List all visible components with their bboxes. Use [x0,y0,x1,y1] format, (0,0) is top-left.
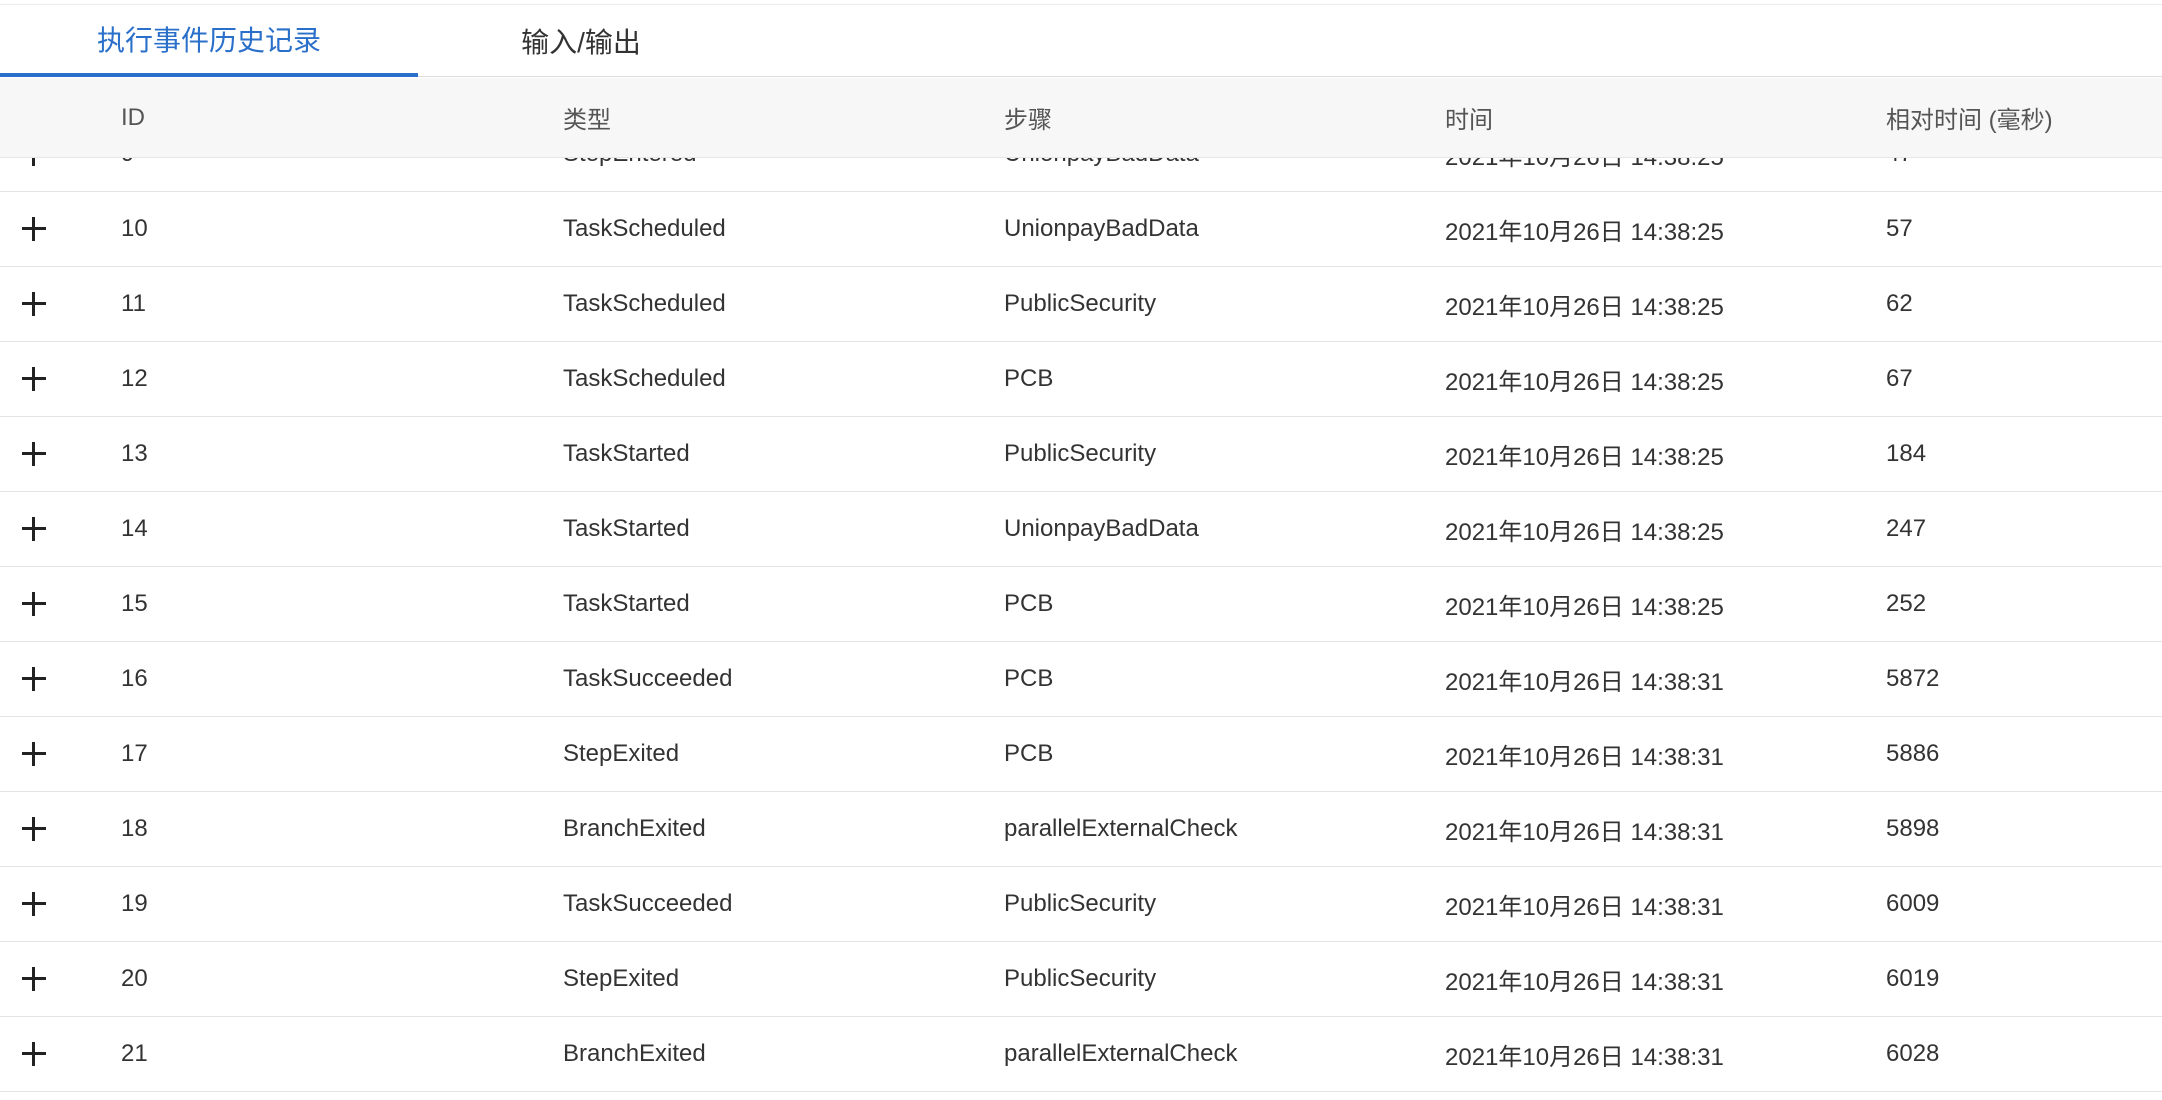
column-header-time[interactable]: 时间 [1445,78,1493,157]
cell-id: 12 [121,365,148,392]
cell-time: 2021年10月26日 14:38:31 [1445,668,1724,696]
event-history-table: ID 类型 步骤 时间 相对时间 (毫秒) 9StepEnteredUnionp… [0,78,2162,1100]
table-body: 9StepEnteredUnionpayBadData2021年10月26日 1… [0,117,2162,1092]
cell-id: 14 [121,515,148,542]
expand-row-plus-icon[interactable] [18,888,50,920]
table-row[interactable]: 11 TaskScheduled PublicSecurity 2021年10月26日… [0,267,2162,342]
cell-step: PCB [1004,740,1054,767]
cell-relative-time: 57 [1886,215,1913,242]
column-header-id[interactable]: ID [121,78,145,157]
cell-id: 13 [121,440,148,467]
cell-relative-time: 252 [1886,590,1927,617]
cell-relative-time: 6028 [1886,1040,1940,1067]
cell-step: PCB [1004,365,1054,392]
expand-row-plus-icon[interactable] [18,513,50,545]
expand-row-plus-icon[interactable] [18,1038,50,1070]
table-row[interactable]: 17 StepExited PCB 2021年10月26日 14:38:31 5886 [0,717,2162,792]
cell-relative-time: 6019 [1886,965,1940,992]
expand-row-plus-icon[interactable] [18,963,50,995]
cell-step: parallelExternalCheck [1004,815,1238,842]
cell-type: StepExited [563,965,680,992]
cell-time: 2021年10月26日 14:38:25 [1445,293,1724,321]
cell-type: TaskSucceeded [563,890,733,917]
cell-time: 2021年10月26日 14:38:31 [1445,1043,1724,1071]
execution-details-page: 执行事件历史记录 输入/输出 ID 类型 步骤 时间 相对时间 (毫秒) 9St… [0,0,2162,1100]
column-header-type[interactable]: 类型 [563,78,611,157]
cell-type: BranchExited [563,815,706,842]
cell-id: 10 [121,215,148,242]
cell-time: 2021年10月26日 14:38:25 [1445,593,1724,621]
cell-relative-time: 247 [1886,515,1927,542]
expand-row-plus-icon[interactable] [18,363,50,395]
cell-step: PCB [1004,590,1054,617]
cell-time: 2021年10月26日 14:38:31 [1445,818,1724,846]
cell-step: PCB [1004,665,1054,692]
cell-type: TaskStarted [563,440,690,467]
table-row[interactable]: 12 TaskScheduled PCB 2021年10月26日 14:38:25 67 [0,342,2162,417]
tab-execution-event-history[interactable]: 执行事件历史记录 [0,5,418,77]
cell-relative-time: 6009 [1886,890,1940,917]
table-row[interactable]: 18 BranchExited parallelExternalCheck 2021年… [0,792,2162,867]
column-header-relative-time[interactable]: 相对时间 (毫秒) [1886,78,2053,157]
cell-time: 2021年10月26日 14:38:25 [1445,443,1724,471]
cell-time: 2021年10月26日 14:38:31 [1445,893,1724,921]
expand-row-plus-icon[interactable] [18,213,50,245]
cell-time: 2021年10月26日 14:38:25 [1445,218,1724,246]
tab-input-output[interactable]: 输入/输出 [418,5,744,77]
expand-row-plus-icon[interactable] [18,288,50,320]
table-row[interactable]: 21 BranchExited parallelExternalCheck 2021年… [0,1017,2162,1092]
expand-row-plus-icon[interactable] [18,438,50,470]
expand-row-plus-icon[interactable] [18,588,50,620]
cell-time: 2021年10月26日 14:38:31 [1445,968,1724,996]
cell-id: 18 [121,815,148,842]
cell-id: 19 [121,890,148,917]
table-row[interactable]: 19 TaskSucceeded PublicSecurity 2021年10月26日… [0,867,2162,942]
column-header-step[interactable]: 步骤 [1004,78,1052,157]
cell-type: StepExited [563,740,680,767]
cell-id: 15 [121,590,148,617]
cell-time: 2021年10月26日 14:38:31 [1445,743,1724,771]
cell-type: TaskScheduled [563,215,726,242]
table-row[interactable]: 13 TaskStarted PublicSecurity 2021年10月26日 1… [0,417,2162,492]
table-row[interactable]: 14 TaskStarted UnionpayBadData 2021年10月26日 … [0,492,2162,567]
cell-relative-time: 5886 [1886,740,1940,767]
cell-id: 20 [121,965,148,992]
cell-step: UnionpayBadData [1004,515,1199,542]
cell-id: 11 [121,290,146,317]
cell-time: 2021年10月26日 14:38:25 [1445,518,1724,546]
cell-relative-time: 5872 [1886,665,1940,692]
cell-relative-time: 184 [1886,440,1927,467]
table-row[interactable]: 10 TaskScheduled UnionpayBadData 2021年10月26… [0,192,2162,267]
cell-relative-time: 67 [1886,365,1913,392]
table-row[interactable]: 15 TaskStarted PCB 2021年10月26日 14:38:25 252 [0,567,2162,642]
cell-step: PublicSecurity [1004,965,1157,992]
cell-type: TaskScheduled [563,290,726,317]
tab-bar: 执行事件历史记录 输入/输出 [0,5,2162,77]
expand-row-plus-icon[interactable] [18,813,50,845]
cell-step: PublicSecurity [1004,290,1157,317]
cell-type: BranchExited [563,1040,706,1067]
expand-row-plus-icon[interactable] [18,663,50,695]
cell-id: 17 [121,740,148,767]
cell-relative-time: 5898 [1886,815,1940,842]
cell-time: 2021年10月26日 14:38:25 [1445,368,1724,396]
cell-type: TaskScheduled [563,365,726,392]
cell-id: 16 [121,665,148,692]
cell-step: parallelExternalCheck [1004,1040,1238,1067]
table-header: ID 类型 步骤 时间 相对时间 (毫秒) [0,78,2162,158]
cell-type: TaskStarted [563,515,690,542]
cell-type: TaskStarted [563,590,690,617]
expand-row-plus-icon[interactable] [18,738,50,770]
table-row[interactable]: 16 TaskSucceeded PCB 2021年10月26日 14:38:31 58… [0,642,2162,717]
cell-step: PublicSecurity [1004,890,1157,917]
cell-step: UnionpayBadData [1004,215,1199,242]
cell-relative-time: 62 [1886,290,1913,317]
cell-step: PublicSecurity [1004,440,1157,467]
table-row[interactable]: 20 StepExited PublicSecurity 2021年10月26日 14… [0,942,2162,1017]
cell-type: TaskSucceeded [563,665,733,692]
cell-id: 21 [121,1040,148,1067]
